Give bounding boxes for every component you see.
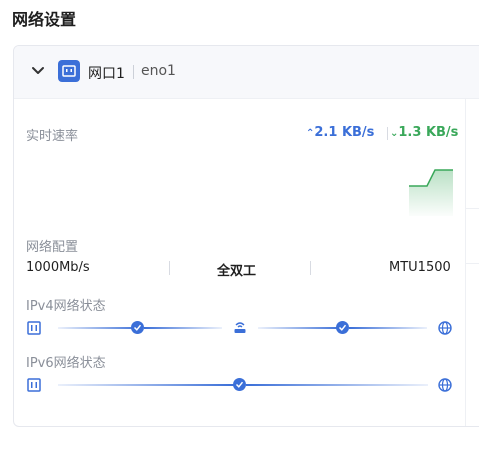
duplex-mode: 全双工: [217, 264, 257, 279]
ipv4-link-track: [349, 327, 427, 329]
port-device: eno1: [141, 63, 176, 79]
chevron-down-icon[interactable]: [31, 64, 45, 78]
rate-sparkline: [409, 169, 453, 216]
ipv6-link-track: [58, 384, 234, 386]
divider: [133, 65, 134, 79]
page-title: 网络设置: [12, 10, 77, 29]
ipv4-link-track: [144, 327, 222, 329]
secondary-panel: [465, 98, 479, 426]
port-header[interactable]: 网口1 eno1: [14, 46, 479, 99]
ethernet-port-icon: [27, 378, 41, 392]
ipv4-link-track: [258, 327, 342, 329]
divider: [466, 208, 479, 209]
divider: [466, 263, 479, 264]
ipv4-label: IPv4网络状态: [26, 299, 106, 314]
ipv6-label: IPv6网络状态: [26, 356, 106, 371]
ipv4-link-track: [58, 327, 142, 329]
download-rate: ⌄1.3 KB/s: [390, 125, 459, 140]
check-icon: [131, 321, 144, 334]
globe-icon: [438, 321, 452, 335]
check-icon: [233, 378, 246, 391]
globe-icon: [438, 378, 452, 392]
divider: [169, 261, 170, 275]
upload-rate: ⌃2.1 KB/s: [306, 125, 375, 140]
config-label: 网络配置: [26, 240, 79, 255]
ethernet-port-icon: [27, 321, 41, 335]
divider: [387, 127, 388, 140]
link-speed: 1000Mb/s: [26, 260, 90, 275]
ethernet-port-icon: [58, 60, 80, 82]
mtu-value: MTU1500: [389, 260, 451, 275]
ipv6-link-track: [246, 384, 428, 386]
network-port-card: 网口1 eno1 实时速率 ⌃2.1 KB/s ⌄1.3 KB/s 网络配置 1…: [13, 45, 479, 427]
check-icon: [336, 321, 349, 334]
router-icon: [234, 322, 246, 333]
rate-label: 实时速率: [26, 129, 79, 144]
port-name: 网口1: [88, 66, 125, 82]
divider: [310, 261, 311, 275]
